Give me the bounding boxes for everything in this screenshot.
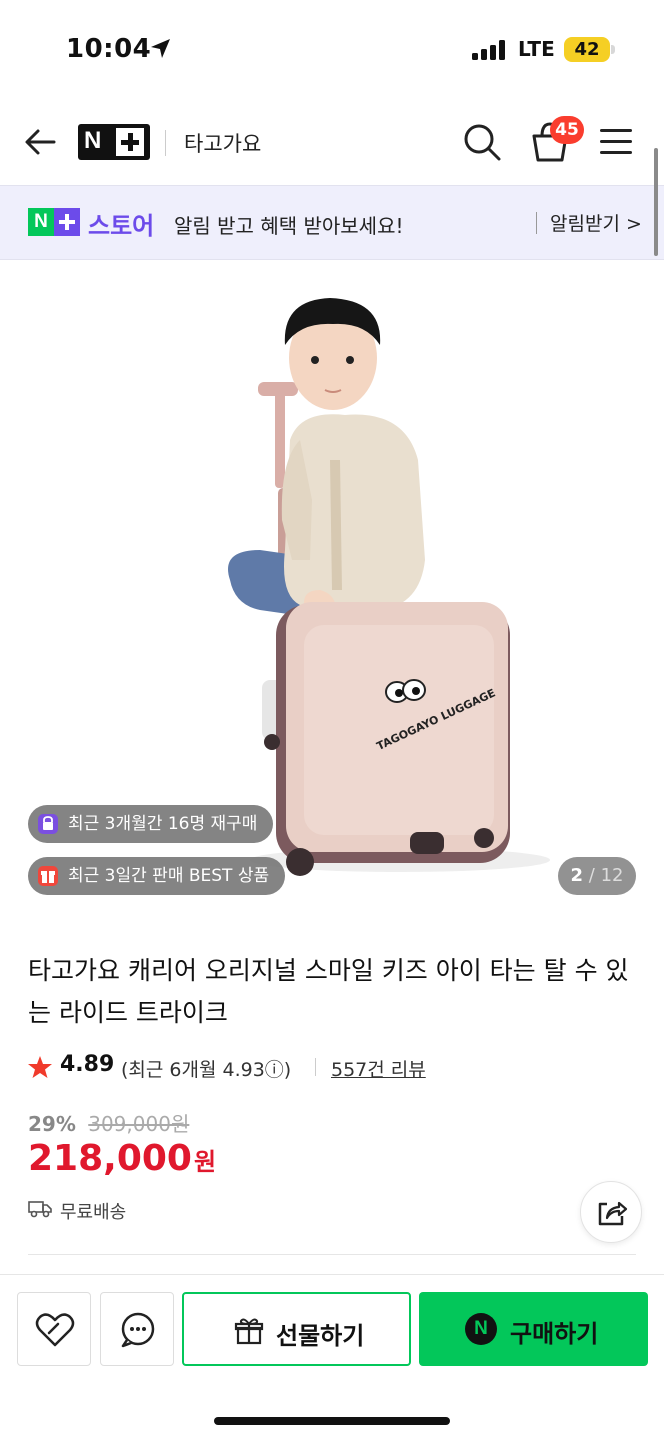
review-count-link[interactable]: 557건 리뷰	[331, 1055, 426, 1082]
battery-indicator: 42	[564, 37, 610, 62]
header-divider	[165, 130, 166, 156]
search-icon[interactable]	[460, 120, 504, 164]
repurchase-badge: 최근 3개월간 16명 재구매	[28, 805, 274, 843]
status-time: 10:04	[66, 34, 152, 64]
scrollbar[interactable]	[654, 148, 658, 256]
gift-box-icon	[38, 866, 58, 886]
naver-plus-logo[interactable]: N	[78, 124, 150, 160]
share-button[interactable]	[580, 1181, 642, 1243]
home-indicator[interactable]	[214, 1417, 450, 1425]
truck-icon	[28, 1201, 52, 1218]
store-name-link[interactable]: 타고가요	[184, 128, 261, 158]
rating-divider	[315, 1058, 316, 1076]
discount-row: 29% 309,000원	[28, 1108, 189, 1137]
repurchase-bag-icon	[38, 814, 58, 834]
bottom-action-bar: 선물하기 N 구매하기	[0, 1274, 664, 1440]
wishlist-button[interactable]	[17, 1292, 91, 1366]
location-arrow-icon	[151, 39, 170, 58]
currency-unit: 원	[193, 1148, 217, 1176]
buy-label: 구매하기	[510, 1320, 599, 1348]
heart-icon	[35, 1313, 75, 1347]
cart-count-badge: 45	[550, 116, 584, 144]
rating-value: 4.89	[60, 1052, 115, 1077]
buy-button[interactable]: N 구매하기	[419, 1292, 648, 1366]
price-row: 218,000원	[28, 1138, 216, 1179]
status-bar: 10:04 LTE 42	[0, 0, 664, 100]
naver-pay-icon: N	[465, 1313, 497, 1345]
banner-divider	[536, 212, 537, 234]
cellular-signal-icon	[472, 40, 506, 60]
battery-cap	[611, 45, 615, 54]
subscribe-alerts-button[interactable]: 알림받기 >	[550, 209, 642, 236]
sale-price: 218,000	[28, 1138, 192, 1179]
share-icon	[598, 1201, 628, 1226]
section-divider	[28, 1254, 636, 1255]
gift-icon	[234, 1318, 264, 1345]
chat-inquiry-button[interactable]	[100, 1292, 174, 1366]
chat-bubble-icon	[121, 1312, 155, 1348]
product-image-carousel[interactable]: TAGOGAYO LUGGAGE 최근 3개월간 16명 재구매 최근 3일간 …	[0, 260, 664, 920]
hamburger-menu-icon[interactable]	[596, 126, 638, 158]
back-arrow-icon[interactable]	[20, 122, 60, 162]
gift-button[interactable]: 선물하기	[182, 1292, 411, 1366]
original-price: 309,000원	[88, 1112, 190, 1136]
banner-message: 알림 받고 혜택 받아보세요!	[174, 214, 404, 238]
recent-rating[interactable]: (최근 6개월 4.93ⓘ)	[121, 1055, 291, 1082]
notification-banner[interactable]: N 스토어 알림 받고 혜택 받아보세요! 알림받기 >	[0, 185, 664, 260]
shipping-info: 무료배송	[60, 1202, 127, 1223]
discount-rate: 29%	[28, 1112, 76, 1136]
image-counter: 2 / 12	[558, 857, 636, 895]
star-icon	[28, 1056, 52, 1078]
network-type: LTE	[518, 37, 555, 61]
naver-plus-store-logo: N	[28, 208, 80, 236]
product-title: 타고가요 캐리어 오리지널 스마일 키즈 아이 타는 탈 수 있는 라이드 트라…	[28, 956, 629, 1027]
store-brand-text: 스토어	[88, 212, 155, 240]
best-seller-badge: 최근 3일간 판매 BEST 상품	[28, 857, 286, 895]
gift-label: 선물하기	[276, 1322, 365, 1350]
